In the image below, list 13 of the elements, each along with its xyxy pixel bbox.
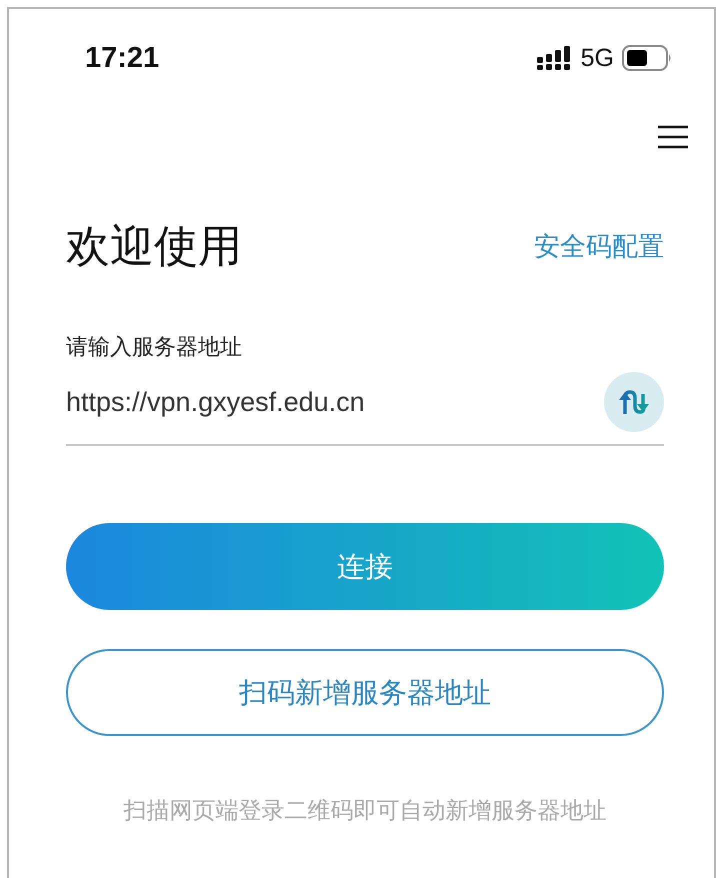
status-time: 17:21: [85, 42, 160, 74]
signal-icon: [536, 46, 573, 70]
swap-arrows-icon: [619, 388, 649, 416]
security-code-link[interactable]: 安全码配置: [534, 229, 664, 264]
menu-icon[interactable]: [658, 125, 688, 149]
network-label: 5G: [580, 44, 614, 72]
server-field-label: 请输入服务器地址: [66, 333, 242, 361]
battery-icon: [622, 45, 672, 71]
welcome-title: 欢迎使用: [66, 221, 242, 273]
server-input-field[interactable]: https://vpn.gxyesf.edu.cn: [66, 386, 596, 418]
hint-text: 扫描网页端登录二维码即可自动新增服务器地址: [124, 796, 606, 825]
scan-add-button[interactable]: 扫码新增服务器地址: [66, 649, 664, 736]
connect-button[interactable]: 连接: [66, 523, 664, 610]
